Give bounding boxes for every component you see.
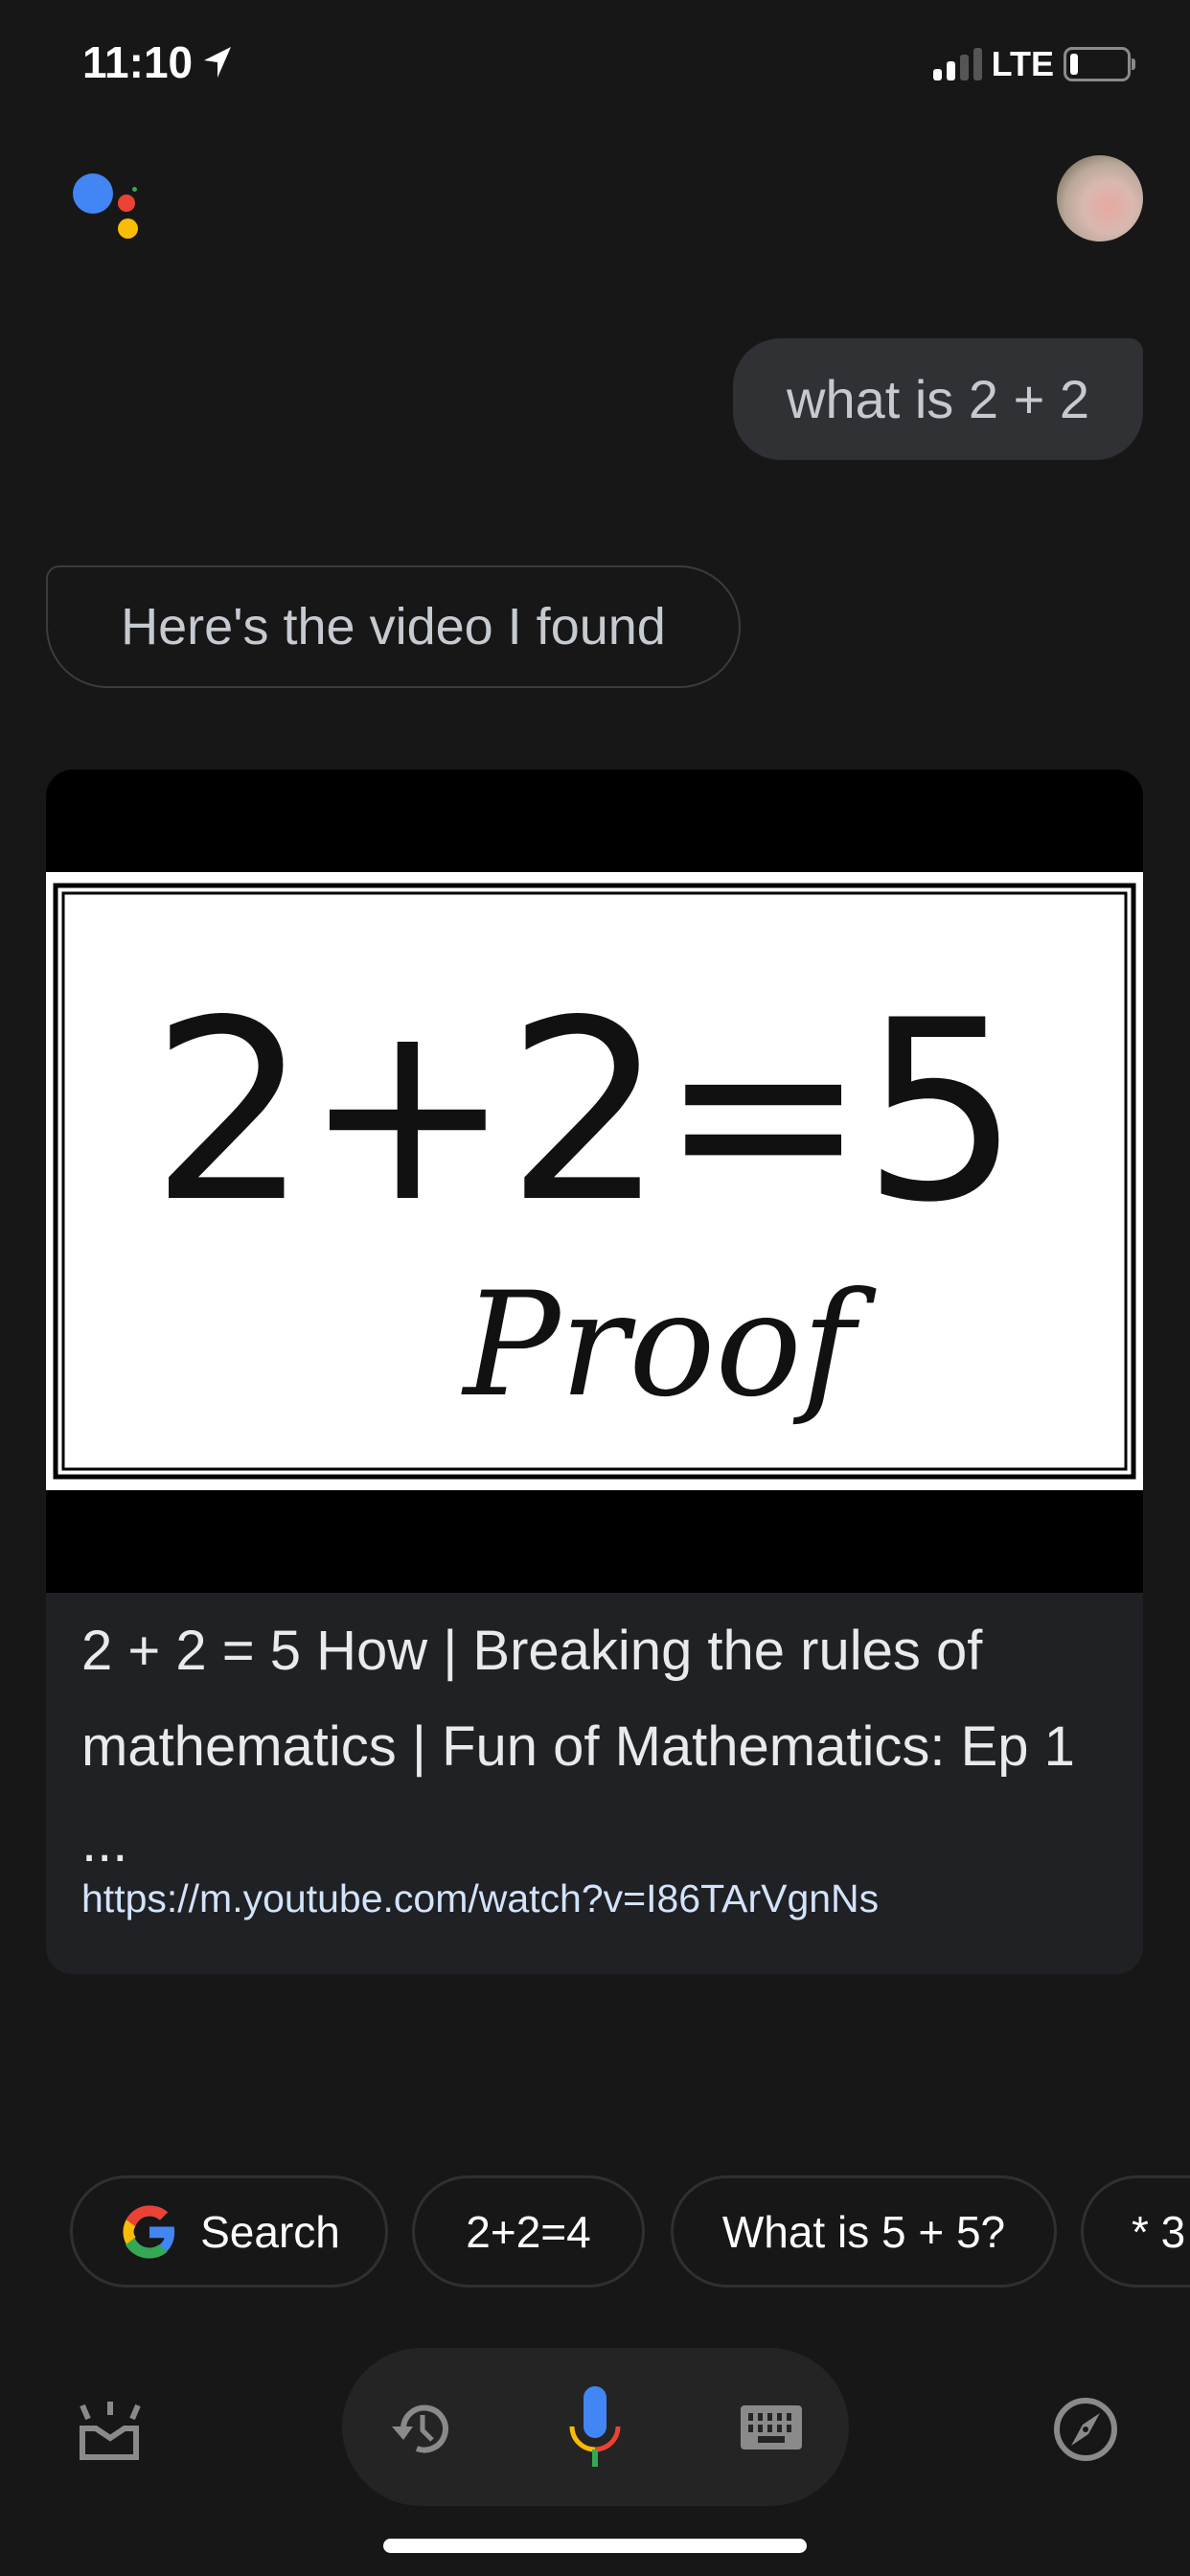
assistant-reply-bubble: Here's the video I found xyxy=(46,565,741,688)
chip-what-is-5-plus-5[interactable]: What is 5 + 5? xyxy=(671,2175,1057,2288)
history-icon[interactable] xyxy=(388,2394,457,2463)
updates-inbox-icon[interactable] xyxy=(79,2398,142,2461)
keyboard-icon[interactable] xyxy=(741,2405,802,2450)
video-result-card[interactable]: 2+2=5 Proof 2 + 2 = 5 How | Breaking the… xyxy=(46,770,1143,1974)
chip-label: 2+2=4 xyxy=(466,2206,591,2257)
user-query-bubble: what is 2 + 2 xyxy=(733,338,1143,460)
google-assistant-logo xyxy=(73,171,149,247)
home-indicator[interactable] xyxy=(383,2539,807,2553)
signal-icon xyxy=(932,48,982,80)
location-arrow-icon xyxy=(204,47,232,78)
battery-icon xyxy=(1064,47,1135,81)
video-thumbnail[interactable]: 2+2=5 Proof xyxy=(46,770,1143,1593)
thumbnail-equation: 2+2=5 xyxy=(150,968,1015,1257)
google-g-icon xyxy=(123,2205,176,2258)
video-url[interactable]: https://m.youtube.com/watch?v=I86TArVgnN… xyxy=(81,1876,879,1921)
input-controls-pill xyxy=(342,2348,849,2506)
time-text: 11:10 xyxy=(82,37,194,87)
chip-label: * 3 xyxy=(1132,2206,1186,2257)
video-title[interactable]: 2 + 2 = 5 How | Breaking the rules of ma… xyxy=(81,1603,1116,1891)
thumbnail-caption: Proof xyxy=(461,1262,877,1429)
chip-label: What is 5 + 5? xyxy=(721,2206,1006,2257)
explore-compass-icon[interactable] xyxy=(1052,2396,1119,2463)
chip-2plus2-equals-4[interactable]: 2+2=4 xyxy=(412,2175,645,2288)
network-type: LTE xyxy=(991,44,1054,83)
status-indicators: LTE xyxy=(932,44,1135,84)
microphone-icon[interactable] xyxy=(564,2384,626,2471)
user-avatar[interactable] xyxy=(1057,155,1143,242)
chip-partial[interactable]: * 3 xyxy=(1081,2175,1190,2288)
chip-label: Search xyxy=(200,2206,340,2257)
chip-search[interactable]: Search xyxy=(70,2175,388,2288)
status-time: 11:10 xyxy=(82,36,233,88)
